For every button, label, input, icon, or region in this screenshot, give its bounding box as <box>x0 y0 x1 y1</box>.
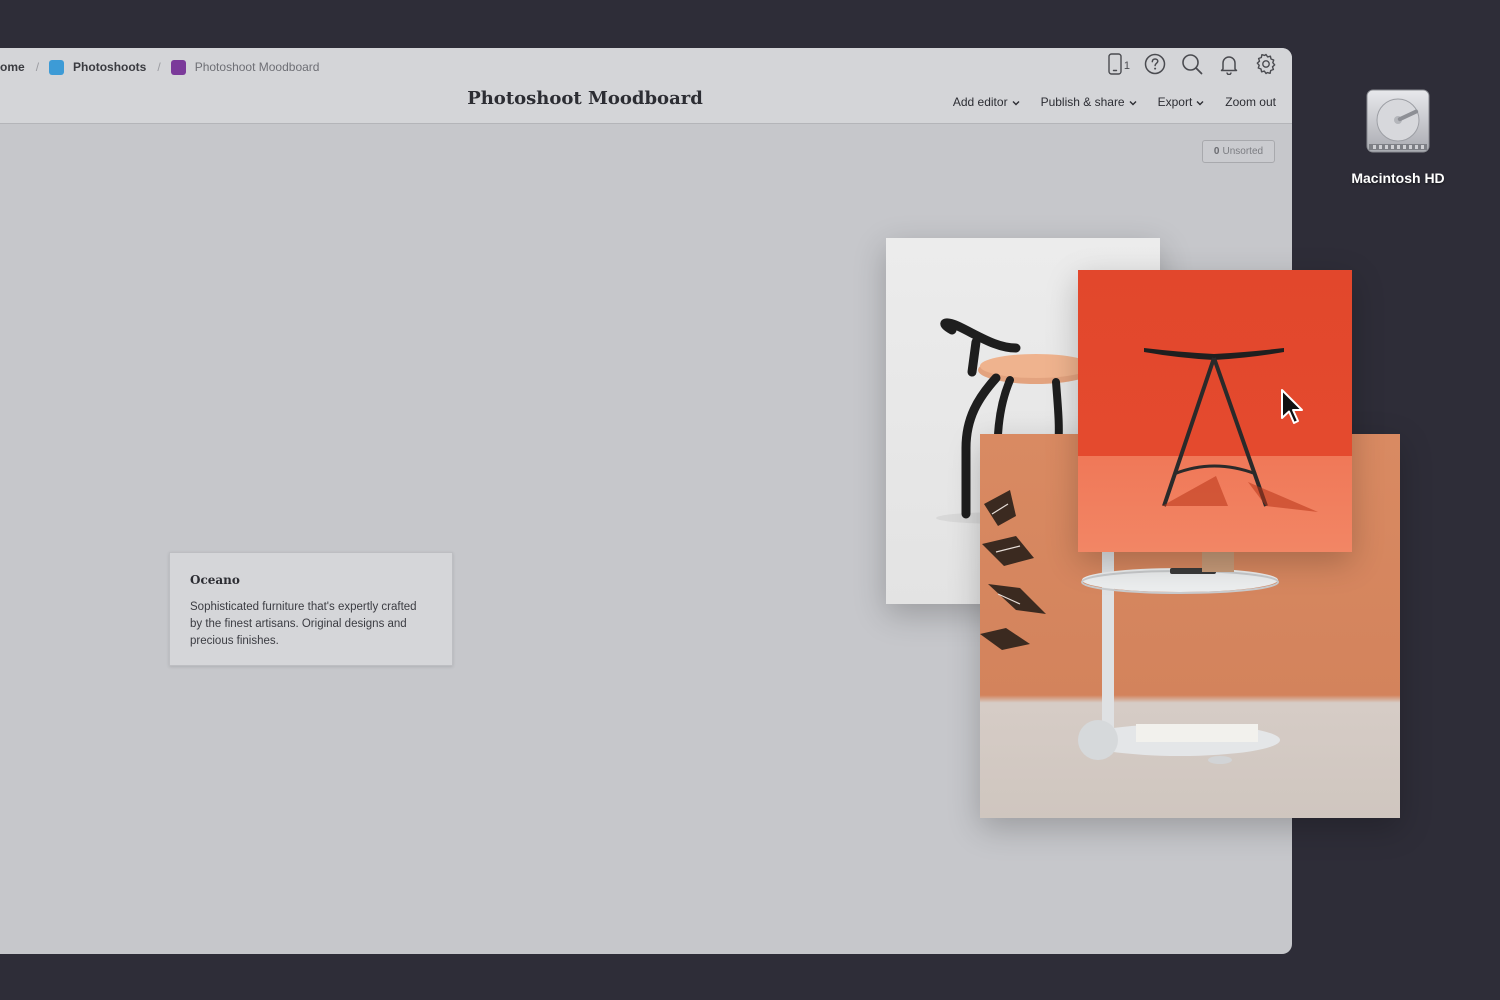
hard-drive-icon <box>1365 86 1431 156</box>
help-button[interactable] <box>1143 53 1167 80</box>
window-toolbar: ome / Photoshoots / Photoshoot Moodboard… <box>0 48 1292 124</box>
note-card[interactable]: Oceano Sophisticated furniture that's ex… <box>169 552 453 666</box>
breadcrumb-separator: / <box>157 60 161 74</box>
chevron-down-icon <box>1012 95 1020 109</box>
notifications-button[interactable] <box>1217 54 1241 78</box>
zoom-out-button[interactable]: Zoom out <box>1225 95 1276 109</box>
help-icon <box>1144 53 1166 80</box>
photo-stool[interactable] <box>1078 270 1352 552</box>
search-icon <box>1181 53 1203 80</box>
search-button[interactable] <box>1180 53 1204 80</box>
folder-color-icon <box>49 59 65 75</box>
publish-share-menu[interactable]: Publish & share <box>1041 95 1137 109</box>
toolbar-icons: 1 <box>1108 52 1278 80</box>
phone-icon <box>1108 52 1122 80</box>
breadcrumb: ome / Photoshoots / Photoshoot Moodboard <box>0 59 319 75</box>
breadcrumb-label: Photoshoots <box>73 60 147 74</box>
menu-label: Publish & share <box>1040 95 1125 109</box>
device-preview-button[interactable]: 1 <box>1108 52 1130 80</box>
board-menu: Add editor Publish & share Export Zoom o… <box>932 95 1276 109</box>
add-editor-menu[interactable]: Add editor <box>953 95 1020 109</box>
breadcrumb-item-photoshoots[interactable]: Photoshoots <box>49 59 147 75</box>
bell-icon <box>1218 53 1240 80</box>
export-menu[interactable]: Export <box>1158 95 1205 109</box>
mouse-cursor-icon <box>1280 388 1306 428</box>
breadcrumb-item-home[interactable]: ome <box>0 60 25 74</box>
breadcrumb-label: Photoshoot Moodboard <box>194 60 320 74</box>
desktop-icon-macintosh-hd[interactable]: Macintosh HD <box>1340 86 1456 186</box>
board-color-icon <box>170 59 186 75</box>
breadcrumb-label: ome <box>0 60 25 74</box>
drive-label: Macintosh HD <box>1351 170 1445 186</box>
menu-label: Zoom out <box>1225 95 1276 109</box>
settings-button[interactable] <box>1254 53 1278 80</box>
note-body: Sophisticated furniture that's expertly … <box>190 601 417 647</box>
menu-label: Add editor <box>952 95 1008 109</box>
breadcrumb-separator: / <box>35 60 40 74</box>
unsorted-badge[interactable]: 0 Unsorted <box>1202 140 1275 163</box>
menu-label: Export <box>1157 95 1193 109</box>
unsorted-label: Unsorted <box>1222 146 1264 157</box>
breadcrumb-item-moodboard[interactable]: Photoshoot Moodboard <box>170 59 320 75</box>
chevron-down-icon <box>1129 95 1137 109</box>
note-title: Oceano <box>190 573 240 587</box>
chevron-down-icon <box>1196 95 1204 109</box>
device-count: 1 <box>1123 60 1130 72</box>
unsorted-count: 0 <box>1213 146 1220 157</box>
gear-icon <box>1255 53 1277 80</box>
